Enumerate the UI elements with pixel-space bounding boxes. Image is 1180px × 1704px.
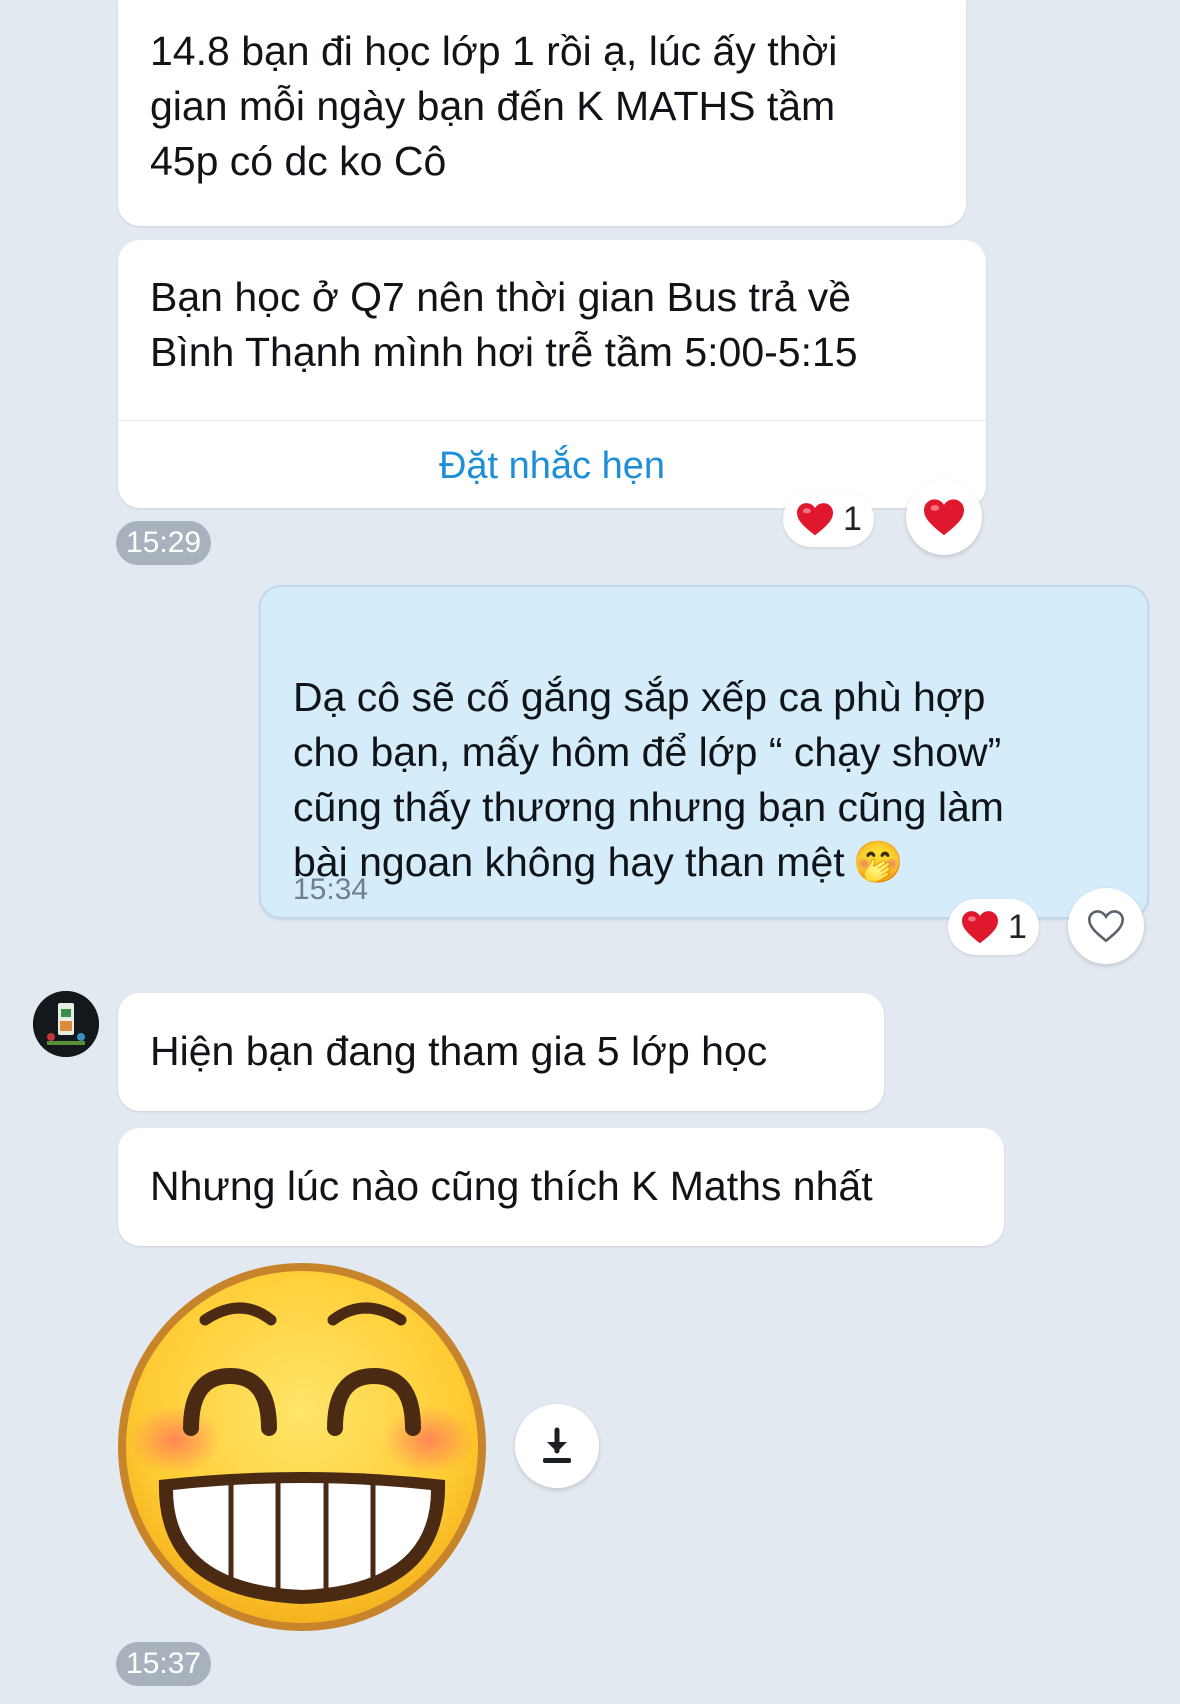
react-button[interactable] bbox=[1068, 888, 1144, 964]
grinning-face-icon bbox=[118, 1263, 486, 1631]
message-text: 14.8 bạn đi học lớp 1 rồi ạ, lúc ấy thời… bbox=[150, 28, 838, 184]
download-button[interactable] bbox=[515, 1404, 599, 1488]
message-bubble-2[interactable]: Bạn học ở Q7 nên thời gian Bus trả về Bì… bbox=[118, 240, 986, 508]
reaction-count-badge[interactable]: 1 bbox=[948, 899, 1039, 955]
download-icon bbox=[543, 1427, 571, 1463]
message-bubble-4[interactable]: Hiện bạn đang tham gia 5 lớp học bbox=[118, 993, 884, 1111]
message-text: Hiện bạn đang tham gia 5 lớp học bbox=[150, 1028, 768, 1074]
bubble-divider bbox=[118, 420, 986, 421]
heart-filled-icon bbox=[924, 499, 964, 536]
message-bubble-5[interactable]: Nhưng lúc nào cũng thích K Maths nhất bbox=[118, 1128, 1004, 1246]
message-text: Dạ cô sẽ cố gắng sắp xếp ca phù hợp cho … bbox=[261, 587, 1147, 890]
message-text: Bạn học ở Q7 nên thời gian Bus trả về Bì… bbox=[150, 274, 858, 375]
emoji-icon: 🤭 bbox=[852, 838, 904, 886]
reaction-count-badge[interactable]: 1 bbox=[783, 491, 874, 547]
heart-filled-icon bbox=[797, 503, 833, 536]
heart-outline-icon bbox=[1087, 910, 1125, 943]
timestamp: 15:29 bbox=[116, 521, 212, 565]
timestamp: 15:37 bbox=[116, 1642, 212, 1686]
message-text: Nhưng lúc nào cũng thích K Maths nhất bbox=[150, 1163, 873, 1209]
avatar-image bbox=[33, 991, 99, 1057]
reaction-count: 1 bbox=[843, 499, 862, 538]
avatar[interactable] bbox=[33, 991, 99, 1057]
timestamp: 15:34 bbox=[293, 873, 369, 906]
heart-filled-icon bbox=[962, 911, 998, 944]
grinning-face-sticker[interactable] bbox=[113, 1258, 491, 1636]
message-bubble-1[interactable]: 14.8 bạn đi học lớp 1 rồi ạ, lúc ấy thời… bbox=[118, 0, 966, 226]
message-bubble-3[interactable]: Dạ cô sẽ cố gắng sắp xếp ca phù hợp cho … bbox=[259, 585, 1149, 919]
reaction-count: 1 bbox=[1008, 907, 1027, 946]
react-button[interactable] bbox=[906, 479, 982, 555]
